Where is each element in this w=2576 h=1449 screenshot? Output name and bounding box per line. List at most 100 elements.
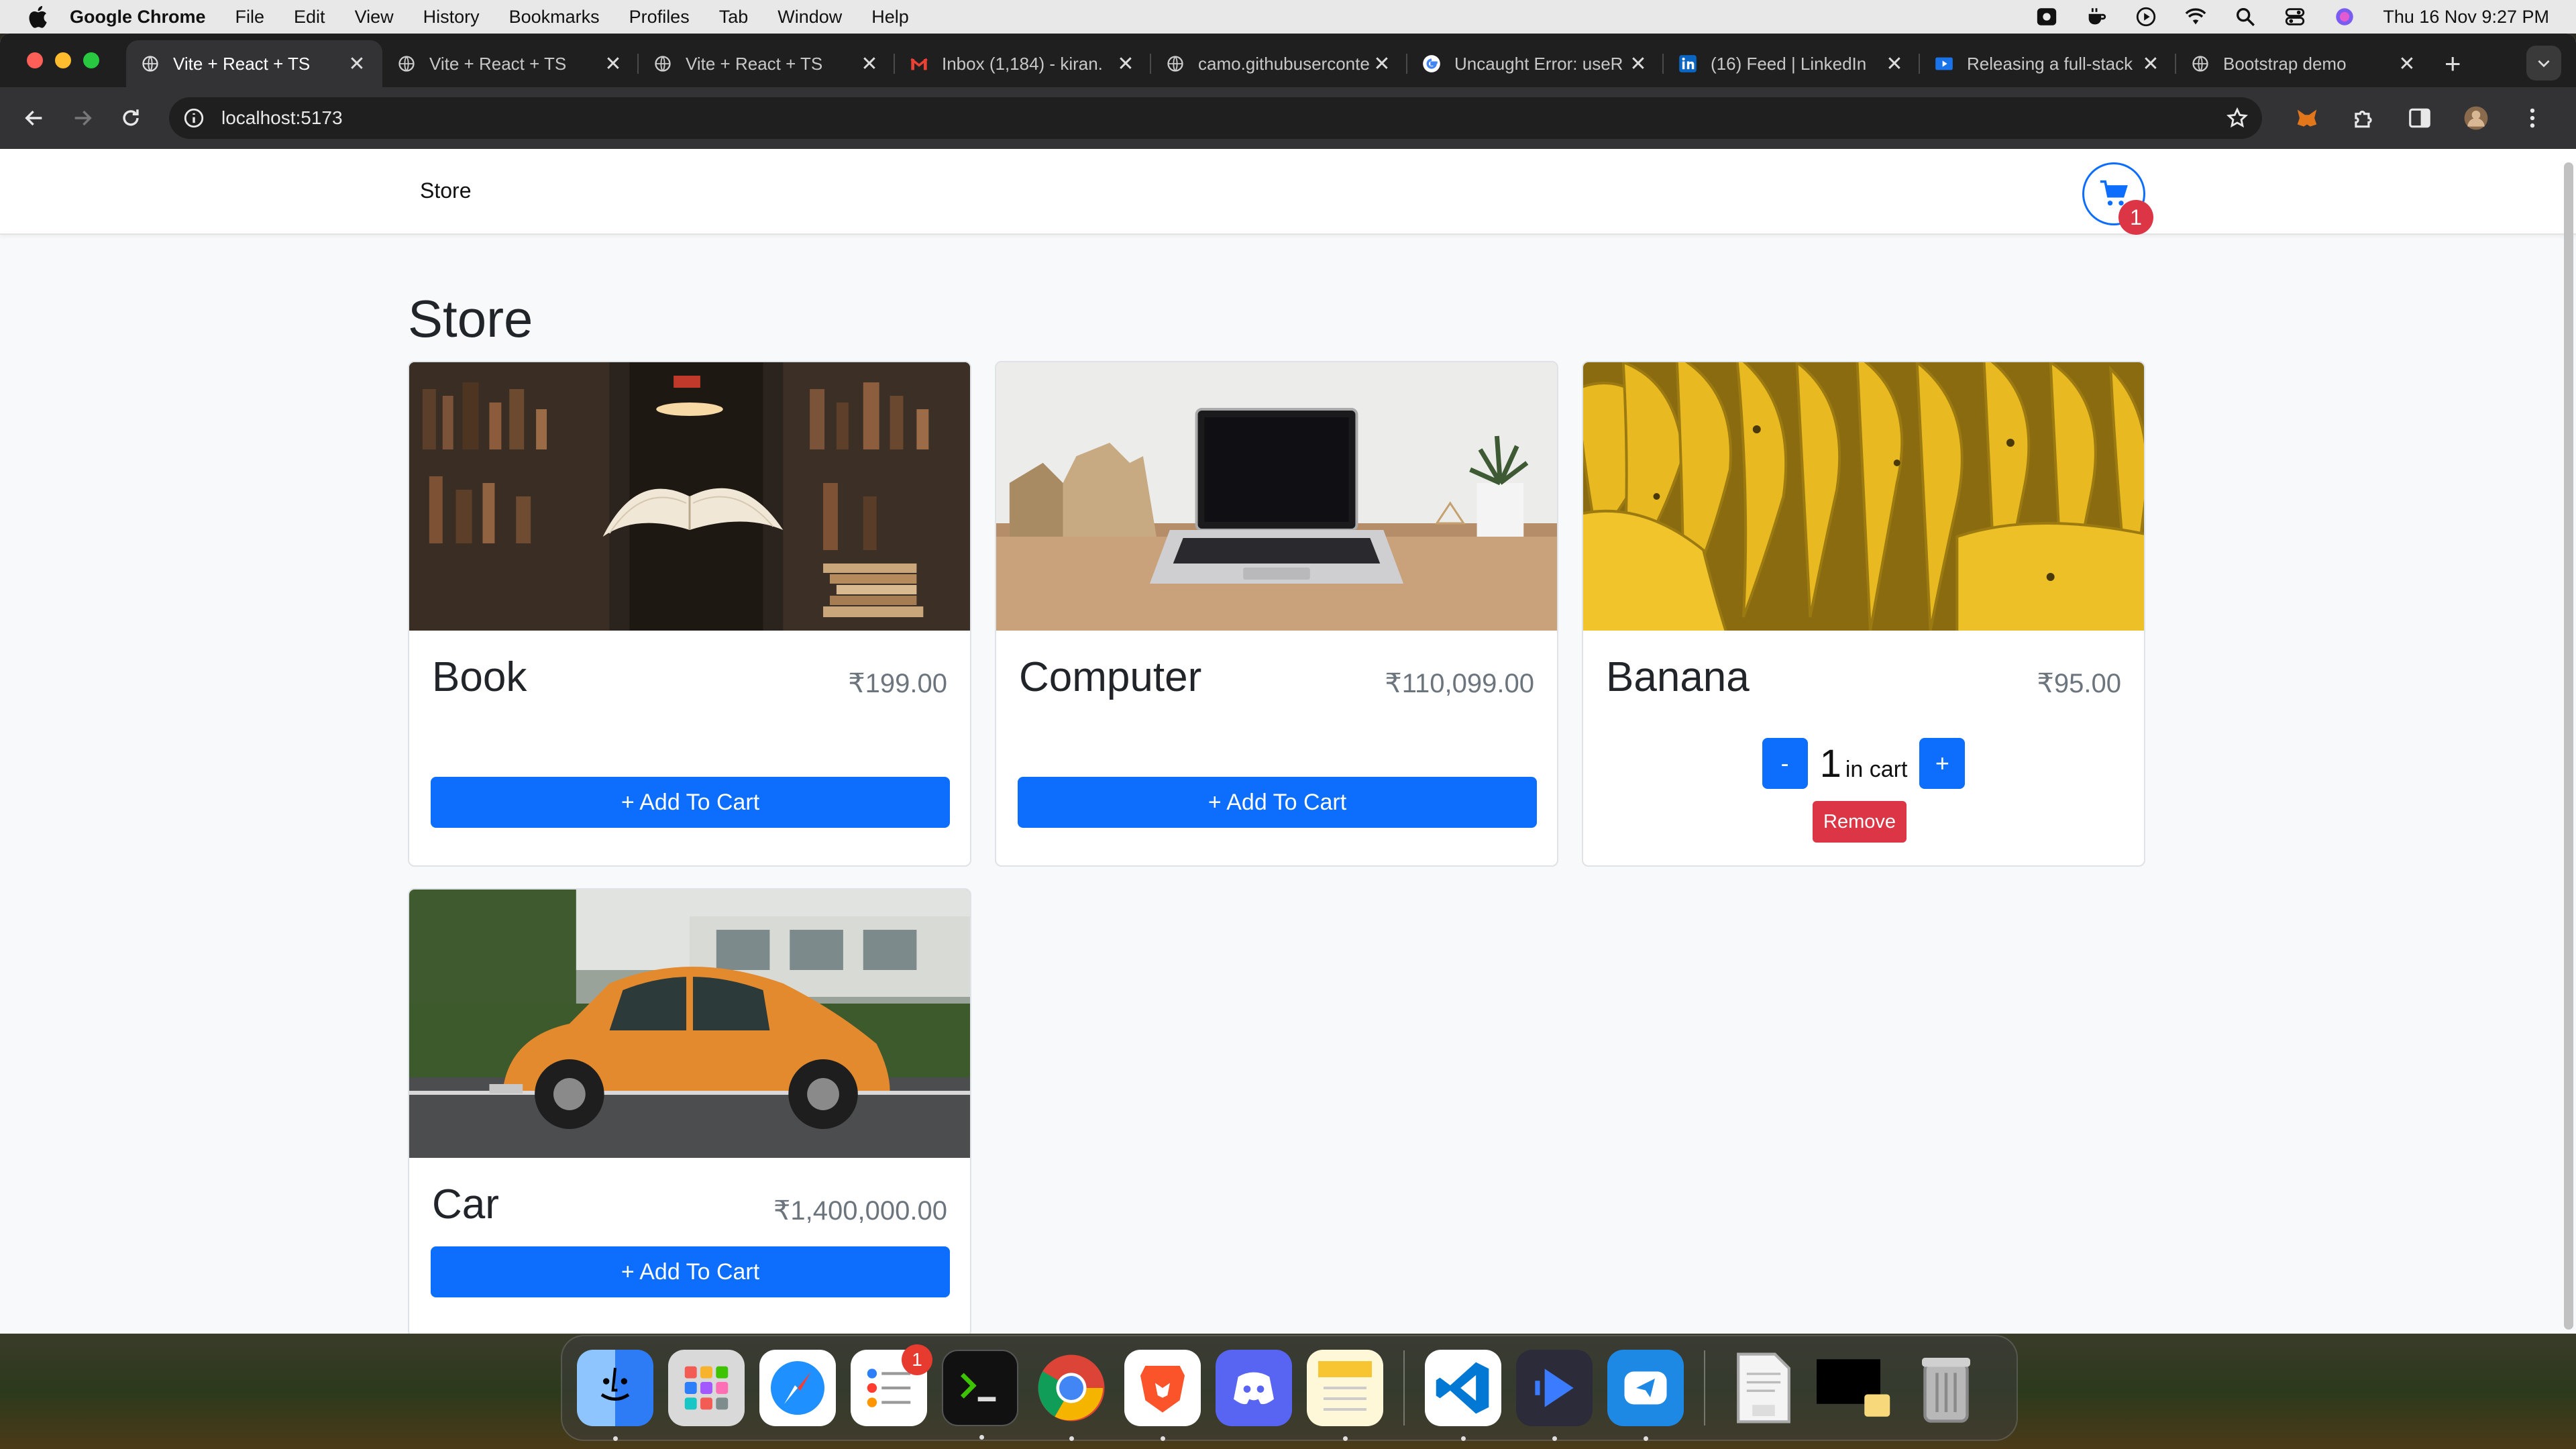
video-icon [1935, 57, 1953, 70]
reload-icon [123, 109, 139, 126]
tab-close-icon[interactable]: ✕ [859, 52, 880, 76]
gmail-icon [910, 58, 928, 70]
play-circle-icon[interactable] [2135, 5, 2157, 28]
siri-icon[interactable] [2333, 5, 2356, 28]
apple-logo-icon[interactable] [25, 4, 48, 30]
tea-cup-icon[interactable] [2085, 5, 2108, 28]
tab-title: Inbox (1,184) - kiran. [942, 53, 1103, 74]
menu-view[interactable]: View [355, 7, 394, 28]
tab-close-icon[interactable]: ✕ [2396, 52, 2418, 76]
page-scrollbar[interactable] [2564, 162, 2573, 1330]
product-price: ₹110,099.00 [1385, 669, 1534, 698]
menu-profiles[interactable]: Profiles [629, 7, 690, 28]
window-controls [27, 52, 99, 68]
remove-from-cart-button[interactable]: Remove [1813, 801, 1907, 843]
tab-linkedin[interactable]: (16) Feed | LinkedIn ✕ [1664, 40, 1920, 87]
menu-bookmarks[interactable]: Bookmarks [509, 7, 600, 28]
menu-window[interactable]: Window [777, 7, 842, 28]
dock-separator [1704, 1350, 1705, 1426]
spotlight-search-icon[interactable] [2234, 5, 2257, 28]
menu-help[interactable]: Help [871, 7, 909, 28]
notes-icon[interactable] [1307, 1350, 1383, 1441]
add-to-cart-button[interactable]: + Add To Cart [431, 777, 950, 828]
profile-avatar-icon[interactable] [2463, 105, 2489, 131]
reminders-icon[interactable]: 1 [851, 1344, 932, 1426]
close-window-button[interactable] [27, 52, 43, 68]
tab-vite-2[interactable]: Vite + React + TS ✕ [382, 40, 639, 87]
globe-icon [1167, 56, 1183, 72]
menu-app-name[interactable]: Google Chrome [70, 7, 206, 28]
side-panel-icon[interactable] [2407, 105, 2432, 131]
menu-tab[interactable]: Tab [719, 7, 749, 28]
minimize-window-button[interactable] [55, 52, 71, 68]
tab-bootstrap[interactable]: Bootstrap demo ✕ [2176, 40, 2432, 87]
new-tab-button[interactable]: + [2445, 40, 2461, 87]
tab-close-icon[interactable]: ✕ [1115, 52, 1136, 76]
tab-gmail[interactable]: Inbox (1,184) - kiran. ✕ [895, 40, 1151, 87]
terminal-icon[interactable] [942, 1350, 1018, 1440]
tab-releasing[interactable]: Releasing a full-stack ✕ [1920, 40, 2176, 87]
reload-button[interactable] [114, 101, 148, 135]
tab-google[interactable]: Uncaught Error: useR ✕ [1407, 40, 1664, 87]
menu-history[interactable]: History [423, 7, 480, 28]
product-price: ₹1,400,000.00 [773, 1196, 947, 1226]
quantity-controls: - 1 in cart + [1583, 738, 2144, 789]
tab-vite-1[interactable]: Vite + React + TS ✕ [126, 40, 382, 87]
add-to-cart-button[interactable]: + Add To Cart [431, 1246, 950, 1297]
wifi-icon[interactable] [2184, 5, 2207, 28]
menu-edit[interactable]: Edit [294, 7, 325, 28]
screen-record-icon[interactable] [2035, 5, 2058, 28]
bookmark-star-icon[interactable] [2226, 107, 2249, 129]
add-to-cart-button[interactable]: + Add To Cart [1018, 777, 1537, 828]
tab-vite-3[interactable]: Vite + React + TS ✕ [639, 40, 895, 87]
finder-icon[interactable] [577, 1350, 653, 1441]
tab-close-icon[interactable]: ✕ [602, 52, 624, 76]
pdf-file-icon[interactable] [1725, 1350, 1802, 1426]
page-title: Store [408, 289, 533, 348]
tab-close-icon[interactable]: ✕ [1884, 52, 1905, 76]
menu-file[interactable]: File [235, 7, 265, 28]
decrease-quantity-button[interactable]: - [1762, 738, 1808, 789]
screenshot-icon[interactable] [1817, 1350, 1893, 1426]
tab-strip: Vite + React + TS ✕ Vite + React + TS ✕ … [0, 34, 2576, 87]
tab-close-icon[interactable]: ✕ [1627, 52, 1649, 76]
running-indicator [1161, 1436, 1165, 1441]
address-bar[interactable]: localhost:5173 [169, 97, 2262, 139]
brave-icon[interactable] [1124, 1350, 1201, 1441]
extensions-puzzle-icon[interactable] [2351, 105, 2376, 131]
dock-separator [1403, 1350, 1405, 1426]
globe-icon [655, 56, 671, 72]
running-indicator [1552, 1436, 1557, 1441]
browser-toolbar: localhost:5173 [0, 87, 2576, 149]
safari-icon[interactable] [759, 1350, 836, 1426]
launchpad-icon[interactable] [668, 1350, 745, 1426]
kebab-menu-icon[interactable] [2520, 105, 2545, 131]
chevron-down-icon [2538, 60, 2550, 68]
product-card-computer: Computer ₹110,099.00 + Add To Cart [995, 361, 1558, 867]
voice-app-icon[interactable] [1516, 1350, 1593, 1441]
product-card-car: Car ₹1,400,000.00 + Add To Cart [408, 888, 971, 1334]
back-button[interactable] [17, 101, 51, 135]
chrome-icon[interactable] [1033, 1350, 1110, 1441]
cursor-app-icon[interactable] [1607, 1350, 1684, 1441]
tab-close-icon[interactable]: ✕ [1371, 52, 1393, 76]
site-info-icon[interactable] [182, 107, 205, 129]
increase-quantity-button[interactable]: + [1919, 738, 1966, 789]
metamask-fox-icon[interactable] [2294, 105, 2320, 131]
vscode-icon[interactable] [1425, 1350, 1501, 1441]
discord-icon[interactable] [1216, 1350, 1292, 1426]
tab-search-button[interactable] [2526, 46, 2561, 80]
control-center-icon[interactable] [2284, 5, 2306, 28]
page-viewport: Store 1 Store Book ₹199.00 + Add To Cart… [0, 149, 2576, 1334]
quantity-value: 1 [1819, 741, 1841, 786]
tab-camo[interactable]: camo.githubuserconte ✕ [1151, 40, 1407, 87]
chrome-window: Vite + React + TS ✕ Vite + React + TS ✕ … [0, 34, 2576, 1334]
trash-icon[interactable] [1908, 1350, 1984, 1426]
tab-close-icon[interactable]: ✕ [2140, 52, 2161, 76]
navbar-store-link[interactable]: Store [420, 178, 471, 203]
tab-close-icon[interactable]: ✕ [346, 52, 368, 76]
product-card-banana: Banana ₹95.00 - 1 in cart + Remove [1582, 361, 2145, 867]
forward-button[interactable] [66, 101, 99, 135]
menubar-clock[interactable]: Thu 16 Nov 9:27 PM [2383, 7, 2549, 28]
zoom-window-button[interactable] [83, 52, 99, 68]
